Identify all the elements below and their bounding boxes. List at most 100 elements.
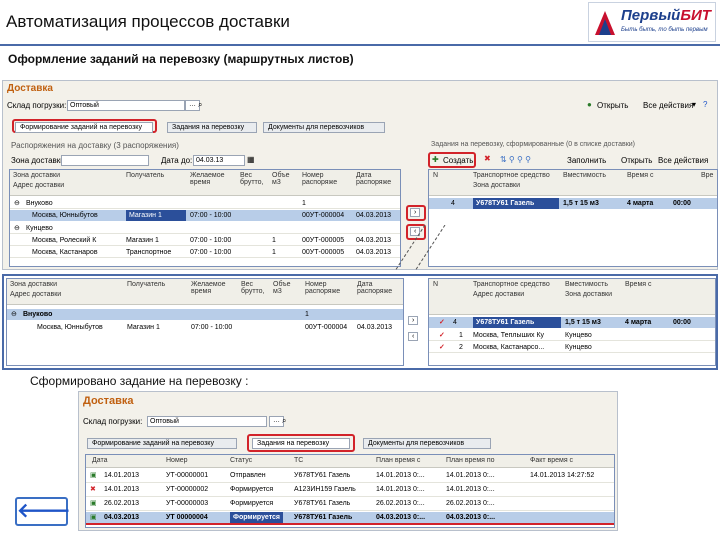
cell-status: Формируется [230,486,274,493]
document-icon: ✖ [90,486,96,493]
calendar-icon[interactable]: ▦ [247,155,255,164]
date-field[interactable]: 04.03.13 [193,155,245,166]
col-number: Номер распоряже [302,172,338,186]
cell-date: 14.01.2013 [104,486,140,493]
task-row[interactable]: ✓ 4 У678ТУ61 Газель 1,5 т 15 м3 4 марта … [429,317,715,328]
middle-window: Зона доставки Адрес доставки Получатель … [2,274,718,370]
order-row[interactable]: Москва, Ролеский К Магазин 1 07:00 - 10:… [10,235,400,246]
move-right-button[interactable]: › [410,208,421,217]
tab-tasks[interactable]: Задания на перевозку [167,122,257,133]
orders-grid-after-header: Зона доставки Адрес доставки Получатель … [7,279,403,305]
order-row[interactable]: Москва, Кастанаров Транспортное 07:00 - … [10,247,400,258]
group-row-vnukovo[interactable]: ⊖ Внуково 1 [10,198,400,209]
cell-ts: У678ТУ61 Газель [294,472,351,479]
cell-status: Отправлен [230,472,266,479]
top-window: Доставка Склад погрузки: Оптовый … ⌕ ● О… [2,80,718,270]
open-tasks-button[interactable]: Открыть [621,156,652,165]
move-right-button[interactable]: › [408,316,419,325]
more-actions-button[interactable]: Все действия [658,156,708,165]
col-address: Адрес доставки [13,182,65,189]
task-row[interactable]: 4 У678ТУ61 Газель 1,5 т 15 м3 4 марта 00… [429,198,717,209]
cell-p2: 14.01.2013 0:... [446,486,495,493]
tasks-list-grid: Дата Номер Статус ТС План время с План в… [85,454,615,528]
tasks-grid-after-header: N Транспортное средство Адрес доставки В… [429,279,715,315]
document-icon: ▣ [90,472,97,479]
cell-num: УТ-00000002 [166,486,209,493]
check-icon: ✓ [439,344,445,351]
task-row[interactable]: ✓ 1 Москва, Теплыших Ку Кунцево [429,330,715,341]
top-window-title: Доставка [7,83,53,94]
cell-p1: 14.01.2013 0:... [376,486,425,493]
slide-subtitle: Оформление заданий на перевозку (маршрут… [8,52,354,66]
warehouse-field[interactable]: Оптовый [67,100,185,111]
task-row[interactable]: ✓ 2 Москва, Кастанарсо... Кунцево [429,342,715,353]
col-zone: Зона доставки [13,172,61,179]
orders-grid-header: Зона доставки Адрес доставки Получатель … [10,170,400,196]
cell-p2: 26.02.2013 0:... [446,500,495,507]
cell-num: УТ-00000001 [166,472,209,479]
tasks-list-header: Дата Номер Статус ТС План время с План в… [86,455,614,468]
help-icon[interactable]: ? [703,100,707,109]
date-label: Дата до: [161,156,193,165]
warehouse-label: Склад погрузки: [7,101,67,110]
back-button[interactable]: 🡐 [15,497,71,526]
result-caption: Сформировано задание на перевозку : [30,374,249,388]
document-icon: ▣ [90,514,97,521]
warehouse-field[interactable]: Оптовый [147,416,267,427]
move-left-button[interactable]: ‹ [408,332,419,341]
tasks-grid: N Транспортное средство Зона доставки Вм… [428,169,718,267]
group-row-kuntsevo[interactable]: ⊖ Кунцево [10,223,400,234]
check-icon: ✓ [439,332,445,339]
tasks-grid-after: N Транспортное средство Адрес доставки В… [428,278,716,366]
tasks-section-title: Задания на перевозку, сформированные (0 … [431,141,635,148]
zone-field[interactable] [61,155,149,166]
cell-date: 04.03.2013 [104,514,140,521]
toolbar-icons[interactable]: ⇅ ⚲ ⚲ ⚲ [500,155,531,164]
cell-ts: А123ИН159 Газель [294,486,356,493]
order-row[interactable]: Москва, Юнныбутов Магазин 1 07:00 - 10:0… [7,322,403,333]
logo-tagline: Быть быть, то быть первым [621,27,708,33]
tab-forming[interactable]: Формирование заданий на перевозку [15,122,153,133]
fill-button[interactable]: Заполнить [567,156,606,165]
task-list-row[interactable]: ✖ 14.01.2013 УТ-00000002 Формируется А123ИН1… [86,484,614,497]
bottom-window-title: Доставка [83,395,134,407]
open-button[interactable]: Открыть [597,101,628,110]
col-recipient: Получатель [126,172,165,179]
search-icon[interactable]: ⌕ [198,100,202,110]
tab-documents[interactable]: Документы для перевозчиков [363,438,491,449]
task-list-row[interactable]: ▣ 04.03.2013 УТ 00000004 Формируется У678ТУ6… [86,512,614,525]
orders-grid-after: Зона доставки Адрес доставки Получатель … [6,278,404,366]
document-icon: ▣ [90,500,97,507]
task-list-row[interactable]: ▣ 14.01.2013 УТ-00000001 Отправлен У678ТУ61 … [86,470,614,483]
cell-ts: У678ТУ61 Газель [294,500,351,507]
tab-documents[interactable]: Документы для перевозчиков [263,122,385,133]
cell-p1: 14.01.2013 0:... [376,472,425,479]
cell-p2: 04.03.2013 0:... [446,514,496,521]
warehouse-label: Склад погрузки: [83,417,143,426]
delete-icon[interactable]: ✖ [484,154,491,163]
all-actions-button[interactable]: Все действия [643,101,693,110]
cell-status: Формируется [230,500,274,507]
group-row-vnukovo[interactable]: ⊖ Внуково 1 [7,309,403,320]
cell-num: УТ 00000004 [166,514,208,521]
zone-label: Зона доставки: [11,156,67,165]
header-divider [0,44,720,46]
cell-p2: 14.01.2013 0:... [446,472,495,479]
logo-mark-icon [595,11,615,35]
open-icon[interactable]: ● [587,100,592,109]
tab-tasks[interactable]: Задания на перевозку [252,438,350,449]
tab-forming[interactable]: Формирование заданий на перевозку [87,438,237,449]
search-icon[interactable]: ⌕ [282,416,286,426]
order-row[interactable]: Москва, Юнныбутов Магазин 1 07:00 - 10:0… [10,210,400,221]
create-icon[interactable]: ✚ [432,155,439,164]
col-time: Желаемое время [190,172,225,186]
cell-date: 26.02.2013 [104,500,140,507]
task-list-row[interactable]: ▣ 26.02.2013 УТ-00000003 Формируется У678ТУ6… [86,498,614,511]
col-date: Дата распоряже [356,172,392,186]
chevron-down-icon[interactable]: ▾ [692,100,696,109]
create-button[interactable]: Создать [443,156,473,165]
cell-date: 14.01.2013 [104,472,140,479]
logo-name: ПервыйБИТ [621,7,711,24]
cell-p1: 04.03.2013 0:... [376,514,426,521]
arrow-left-icon: 🡐 [17,500,71,522]
